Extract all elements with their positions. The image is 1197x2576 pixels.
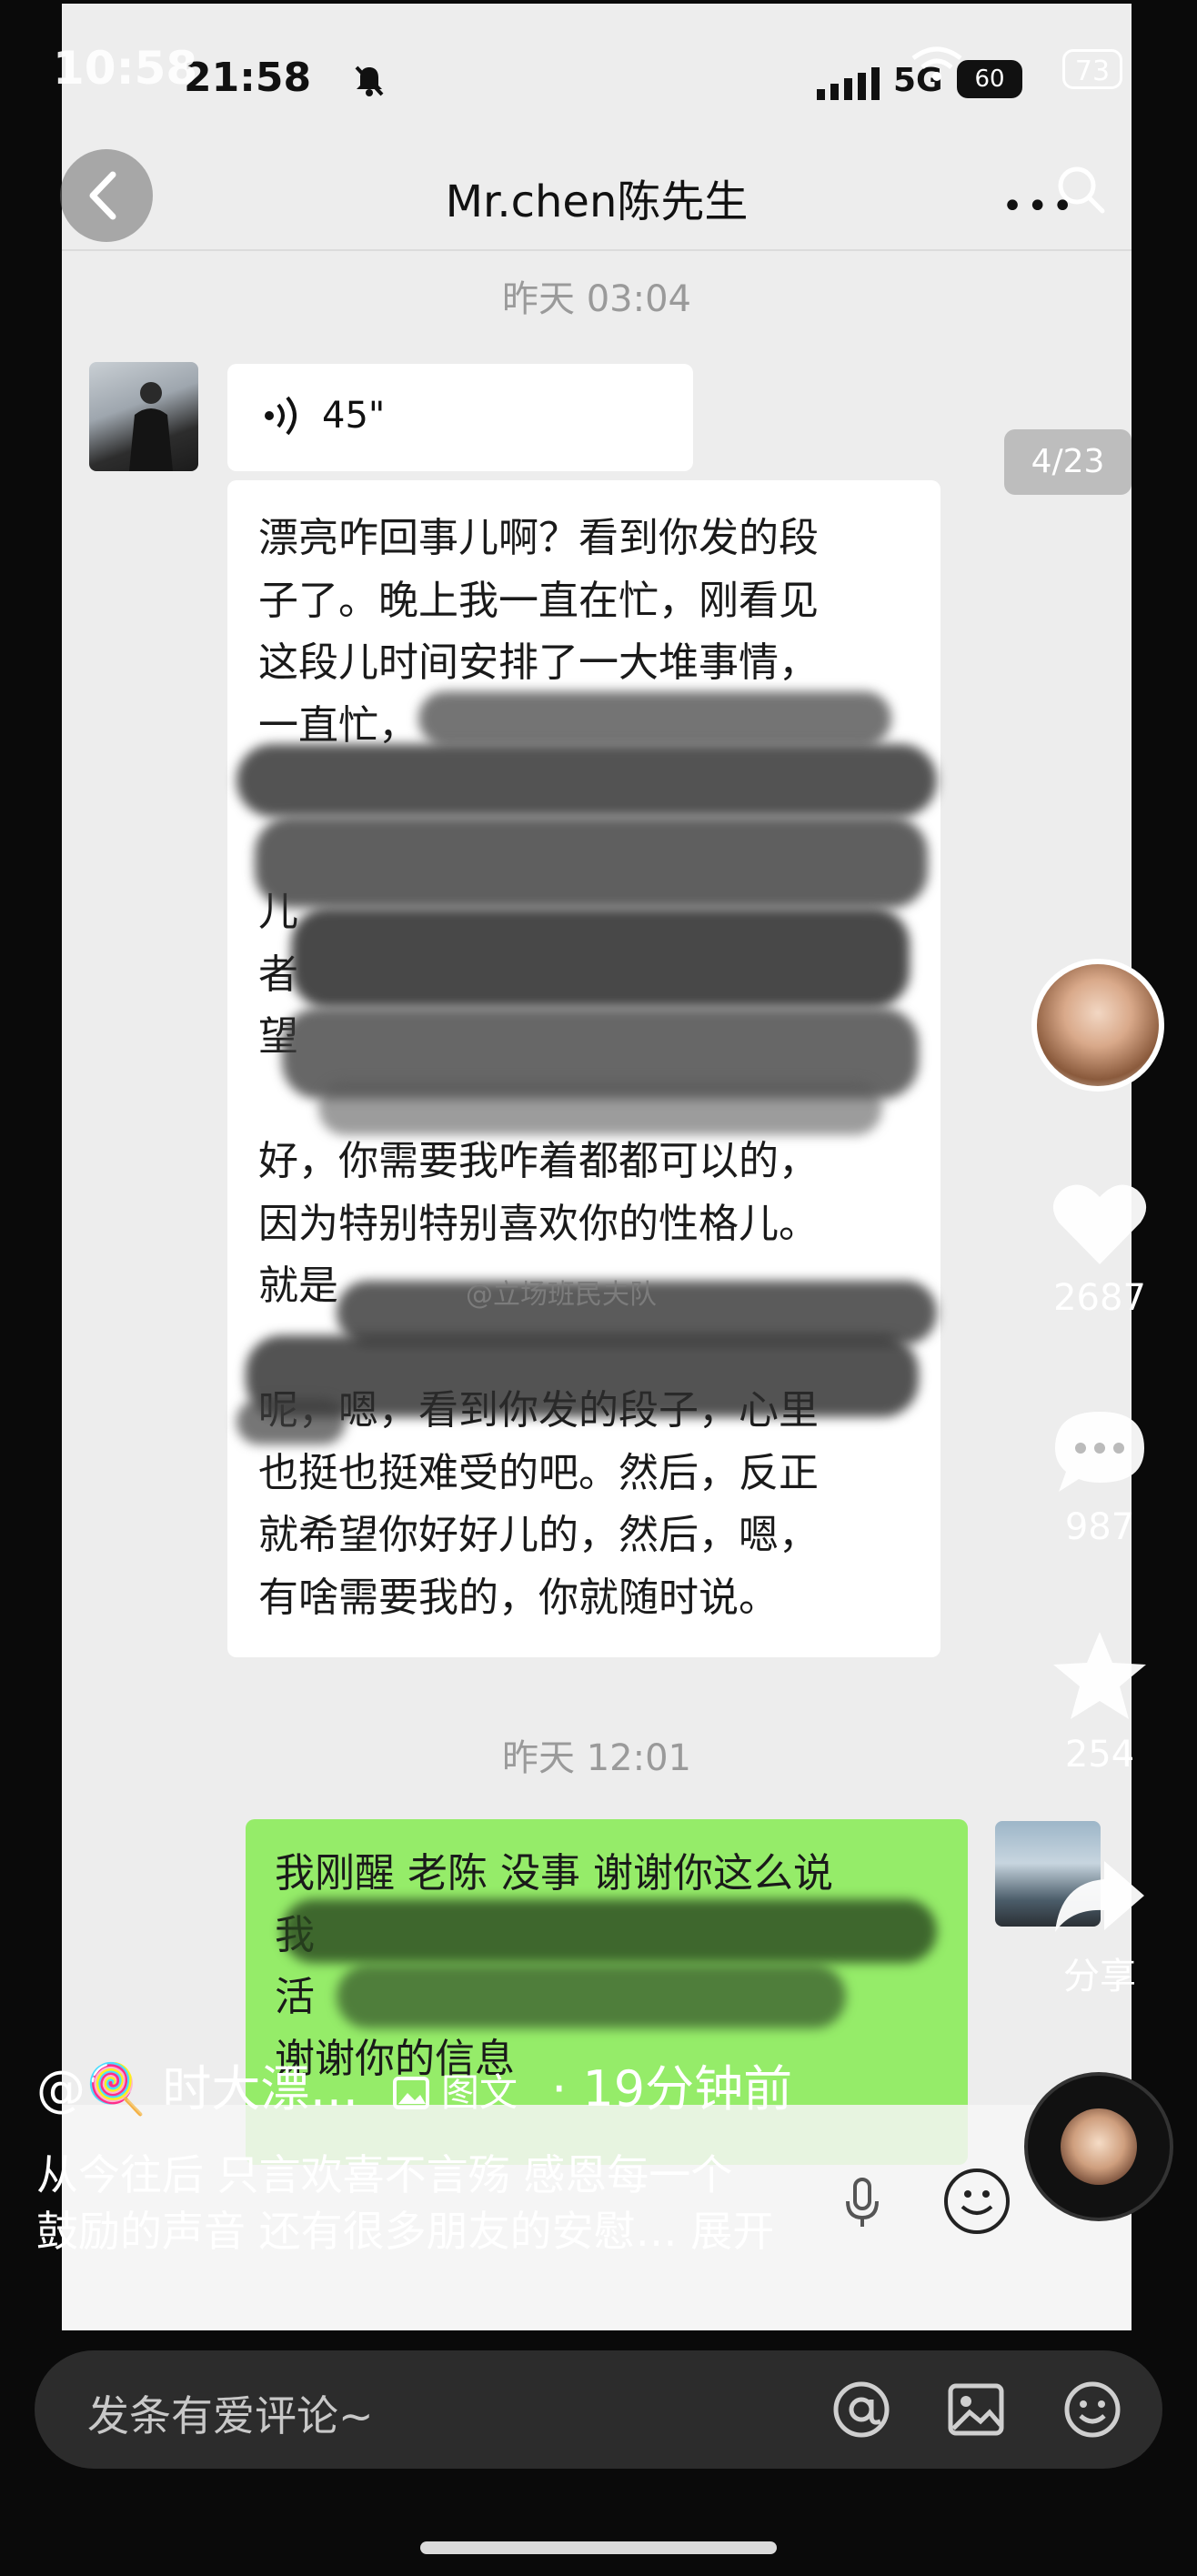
favorite-count: 254 bbox=[1064, 1734, 1135, 1776]
signal-icon bbox=[817, 67, 880, 100]
timestamp: 昨天 12:01 bbox=[502, 1737, 691, 1779]
screenshot-battery: 60 bbox=[957, 60, 1022, 98]
bell-muted-icon bbox=[355, 65, 384, 96]
redaction-mark bbox=[291, 908, 910, 1008]
redaction-mark bbox=[337, 1965, 846, 2028]
redaction-mark bbox=[236, 1399, 346, 1444]
message-line: 子了。晚上我一直在忙，刚看见 bbox=[258, 577, 819, 624]
back-icon bbox=[89, 171, 116, 220]
chat-screenshot: 21:58 5G 60 Mr.chen陈先生 ••• 昨天 03:04 45" … bbox=[62, 4, 1132, 2330]
redaction-mark bbox=[246, 1335, 919, 1417]
at-icon[interactable] bbox=[831, 2380, 891, 2440]
message-line: 有啥需要我的，你就随时说。 bbox=[258, 1574, 779, 1621]
screenshot-time: 21:58 bbox=[184, 55, 312, 101]
screenshot-status-bar: 21:58 5G 60 bbox=[62, 4, 1132, 140]
viewer-screen: 21:58 5G 60 Mr.chen陈先生 ••• 昨天 03:04 45" … bbox=[0, 0, 1197, 2576]
message-line: 就希望你好好儿的，然后，嗯， bbox=[258, 1512, 819, 1558]
redaction-mark bbox=[282, 1899, 937, 1963]
author-name[interactable]: @🍭 时大漂… bbox=[36, 2060, 358, 2118]
picture-tag-icon bbox=[392, 2077, 429, 2109]
reply-line: 我刚醒 老陈 没事 谢谢你这么说 bbox=[275, 1850, 833, 1897]
caption-line: 从今往后 只言欢喜不言殇 感恩每一个 bbox=[36, 2150, 733, 2199]
message-line: 漂亮咋回事儿啊？看到你发的段 bbox=[258, 515, 819, 561]
comment-placeholder: 发条有爱评论~ bbox=[87, 2391, 374, 2440]
post-type-tag: 图文 bbox=[392, 2062, 518, 2118]
message-line: 这段儿时间安排了一大堆事情， bbox=[258, 639, 819, 686]
favorite-button[interactable]: 254 bbox=[1033, 1628, 1166, 1776]
contact-avatar bbox=[89, 362, 198, 471]
comment-input[interactable]: 发条有爱评论~ bbox=[35, 2350, 1162, 2469]
search-icon[interactable] bbox=[1053, 162, 1108, 216]
music-cover bbox=[1061, 2108, 1137, 2185]
caption-line: 鼓励的声音 还有很多朋友的安慰… 展开 bbox=[36, 2207, 775, 2256]
message-line: 也挺也挺难受的吧。然后，反正 bbox=[258, 1449, 819, 1496]
comment-count: 987 bbox=[1064, 1506, 1135, 1548]
voice-message[interactable]: 45" bbox=[227, 364, 693, 471]
music-disc[interactable] bbox=[1028, 2076, 1170, 2218]
share-icon bbox=[1055, 1861, 1144, 1932]
redaction-mark bbox=[255, 817, 928, 908]
system-time: 10:58 bbox=[53, 42, 198, 95]
share-button[interactable]: 分享 bbox=[1033, 1856, 1166, 1999]
emoji-icon bbox=[944, 2168, 1010, 2234]
comment-icon bbox=[1055, 1412, 1144, 1492]
redaction-mark bbox=[318, 1081, 882, 1135]
voice-wave-icon bbox=[265, 396, 297, 436]
back-button[interactable] bbox=[60, 149, 153, 242]
wifi-icon bbox=[911, 46, 962, 81]
author-line: @🍭 时大漂… 图文 · 19分钟前 bbox=[36, 2048, 792, 2120]
redaction-mark bbox=[418, 691, 891, 746]
like-button[interactable]: 2687 bbox=[1033, 1181, 1166, 1319]
post-time: · 19分钟前 bbox=[551, 2060, 793, 2118]
timestamp: 昨天 03:04 bbox=[502, 278, 691, 320]
image-icon[interactable] bbox=[946, 2380, 1006, 2440]
redaction-mark bbox=[236, 744, 937, 817]
heart-icon bbox=[1052, 1184, 1147, 1264]
like-count: 2687 bbox=[1053, 1277, 1146, 1319]
comment-button[interactable]: 987 bbox=[1033, 1406, 1166, 1548]
message-line: 好，你需要我咋着都都可以的， bbox=[258, 1138, 819, 1184]
message-line: 因为特别特别喜欢你的性格儿。 bbox=[258, 1200, 819, 1247]
share-label: 分享 bbox=[1063, 1956, 1136, 1997]
image-counter: 4/23 bbox=[1004, 429, 1132, 495]
weibo-watermark: @立场班民夫队 bbox=[466, 1279, 657, 1311]
creator-avatar[interactable] bbox=[1031, 959, 1164, 1092]
system-battery: 73 bbox=[1062, 49, 1122, 89]
home-indicator[interactable] bbox=[420, 2541, 777, 2554]
incoming-message: 漂亮咋回事儿啊？看到你发的段 子了。晚上我一直在忙，刚看见 这段儿时间安排了一大… bbox=[227, 480, 940, 1657]
post-caption[interactable]: 从今往后 只言欢喜不言殇 感恩每一个 鼓励的声音 还有很多朋友的安慰… 展开 bbox=[36, 2147, 928, 2259]
voice-duration: 45" bbox=[322, 395, 386, 437]
post-type-label: 图文 bbox=[440, 2070, 518, 2115]
emoji-icon[interactable] bbox=[1062, 2380, 1122, 2440]
chat-title: Mr.chen陈先生 bbox=[445, 176, 749, 227]
star-icon bbox=[1053, 1632, 1146, 1719]
chat-header: Mr.chen陈先生 ••• bbox=[62, 140, 1132, 251]
